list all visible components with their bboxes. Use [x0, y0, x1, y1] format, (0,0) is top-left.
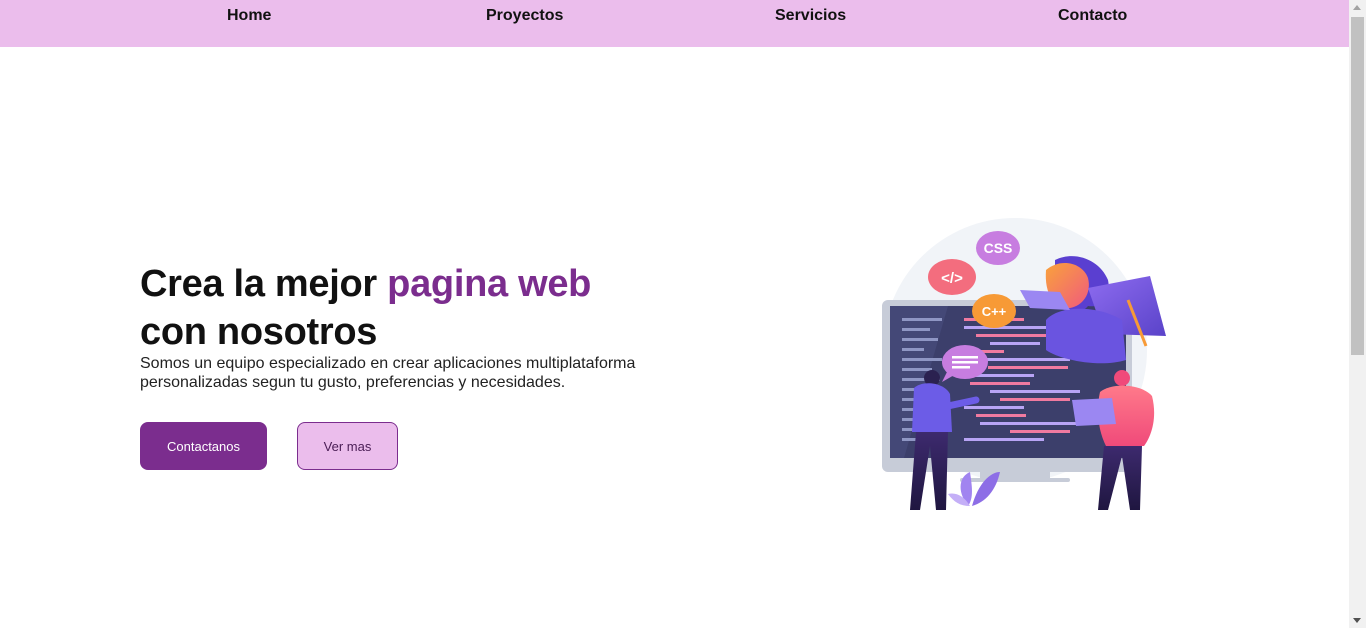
- vertical-scrollbar[interactable]: [1349, 0, 1366, 628]
- hero-title-part2: con nosotros: [140, 311, 378, 353]
- code-tag-bubble: </>: [928, 259, 976, 295]
- contactanos-button[interactable]: Contactanos: [140, 422, 267, 470]
- scroll-down-arrow-icon[interactable]: [1353, 618, 1361, 623]
- nav-link-home[interactable]: Home: [227, 7, 271, 25]
- developers-illustration: CSS </> C++: [882, 218, 1166, 510]
- cpp-bubble: C++: [972, 294, 1016, 328]
- hero-subtitle: Somos un equipo especializado en crear a…: [140, 355, 636, 391]
- nav-link-contacto[interactable]: Contacto: [1058, 7, 1127, 25]
- code-tag-bubble-label: </>: [941, 270, 963, 287]
- css-bubble: CSS: [976, 231, 1020, 265]
- ver-mas-button[interactable]: Ver mas: [297, 422, 398, 470]
- top-navbar: Home Proyectos Servicios Contacto: [0, 0, 1349, 47]
- scroll-up-arrow-icon[interactable]: [1353, 5, 1361, 10]
- nav-link-proyectos[interactable]: Proyectos: [486, 7, 563, 25]
- cpp-bubble-label: C++: [982, 304, 1007, 319]
- plant: [948, 472, 1000, 506]
- scrollbar-thumb[interactable]: [1351, 17, 1364, 355]
- hero-title: Crea la mejor pagina web con nosotros: [140, 260, 680, 356]
- hero-title-part1: Crea la mejor: [140, 263, 388, 305]
- hero-title-accent: pagina web: [387, 263, 592, 305]
- nav-link-servicios[interactable]: Servicios: [775, 7, 846, 25]
- css-bubble-label: CSS: [984, 240, 1013, 256]
